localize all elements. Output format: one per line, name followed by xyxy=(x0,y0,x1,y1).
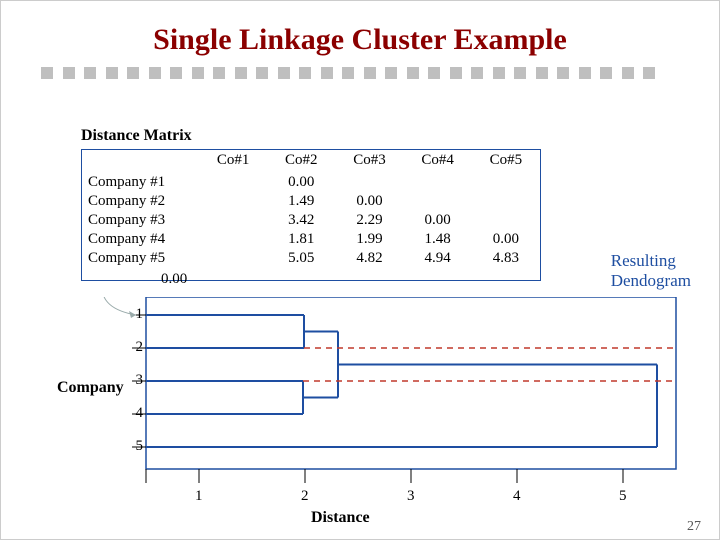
page-number: 27 xyxy=(687,519,701,535)
distance-matrix-table: Co#1 Co#2 Co#3 Co#4 Co#5 Company #1 0.00… xyxy=(82,150,540,268)
slide-title: Single Linkage Cluster Example xyxy=(1,23,719,57)
table-row: Company #5 5.05 4.82 4.94 4.83 xyxy=(82,249,540,268)
decorative-square-row xyxy=(41,67,679,79)
col-header: Co#2 xyxy=(267,150,335,173)
matrix-heading: Distance Matrix xyxy=(81,127,192,145)
col-header: Co#4 xyxy=(404,150,472,173)
table-row: Company #4 1.81 1.99 1.48 0.00 xyxy=(82,230,540,249)
col-header: Co#1 xyxy=(199,150,267,173)
row-label: Company #1 xyxy=(82,173,199,192)
col-header: Co#5 xyxy=(472,150,540,173)
col-header: Co#3 xyxy=(335,150,403,173)
distance-matrix-box: Co#1 Co#2 Co#3 Co#4 Co#5 Company #1 0.00… xyxy=(81,149,541,281)
stray-value: 0.00 xyxy=(161,271,187,288)
table-row: Company #1 0.00 xyxy=(82,173,540,192)
table-row: Company #2 1.49 0.00 xyxy=(82,192,540,211)
row-label: Company #3 xyxy=(82,211,199,230)
row-label: Company #5 xyxy=(82,249,199,268)
dendrogram-label: Resulting Dendogram xyxy=(611,251,691,292)
dendrogram-plot xyxy=(56,297,686,517)
table-header-row: Co#1 Co#2 Co#3 Co#4 Co#5 xyxy=(82,150,540,173)
row-label: Company #2 xyxy=(82,192,199,211)
table-row: Company #3 3.42 2.29 0.00 xyxy=(82,211,540,230)
row-label: Company #4 xyxy=(82,230,199,249)
